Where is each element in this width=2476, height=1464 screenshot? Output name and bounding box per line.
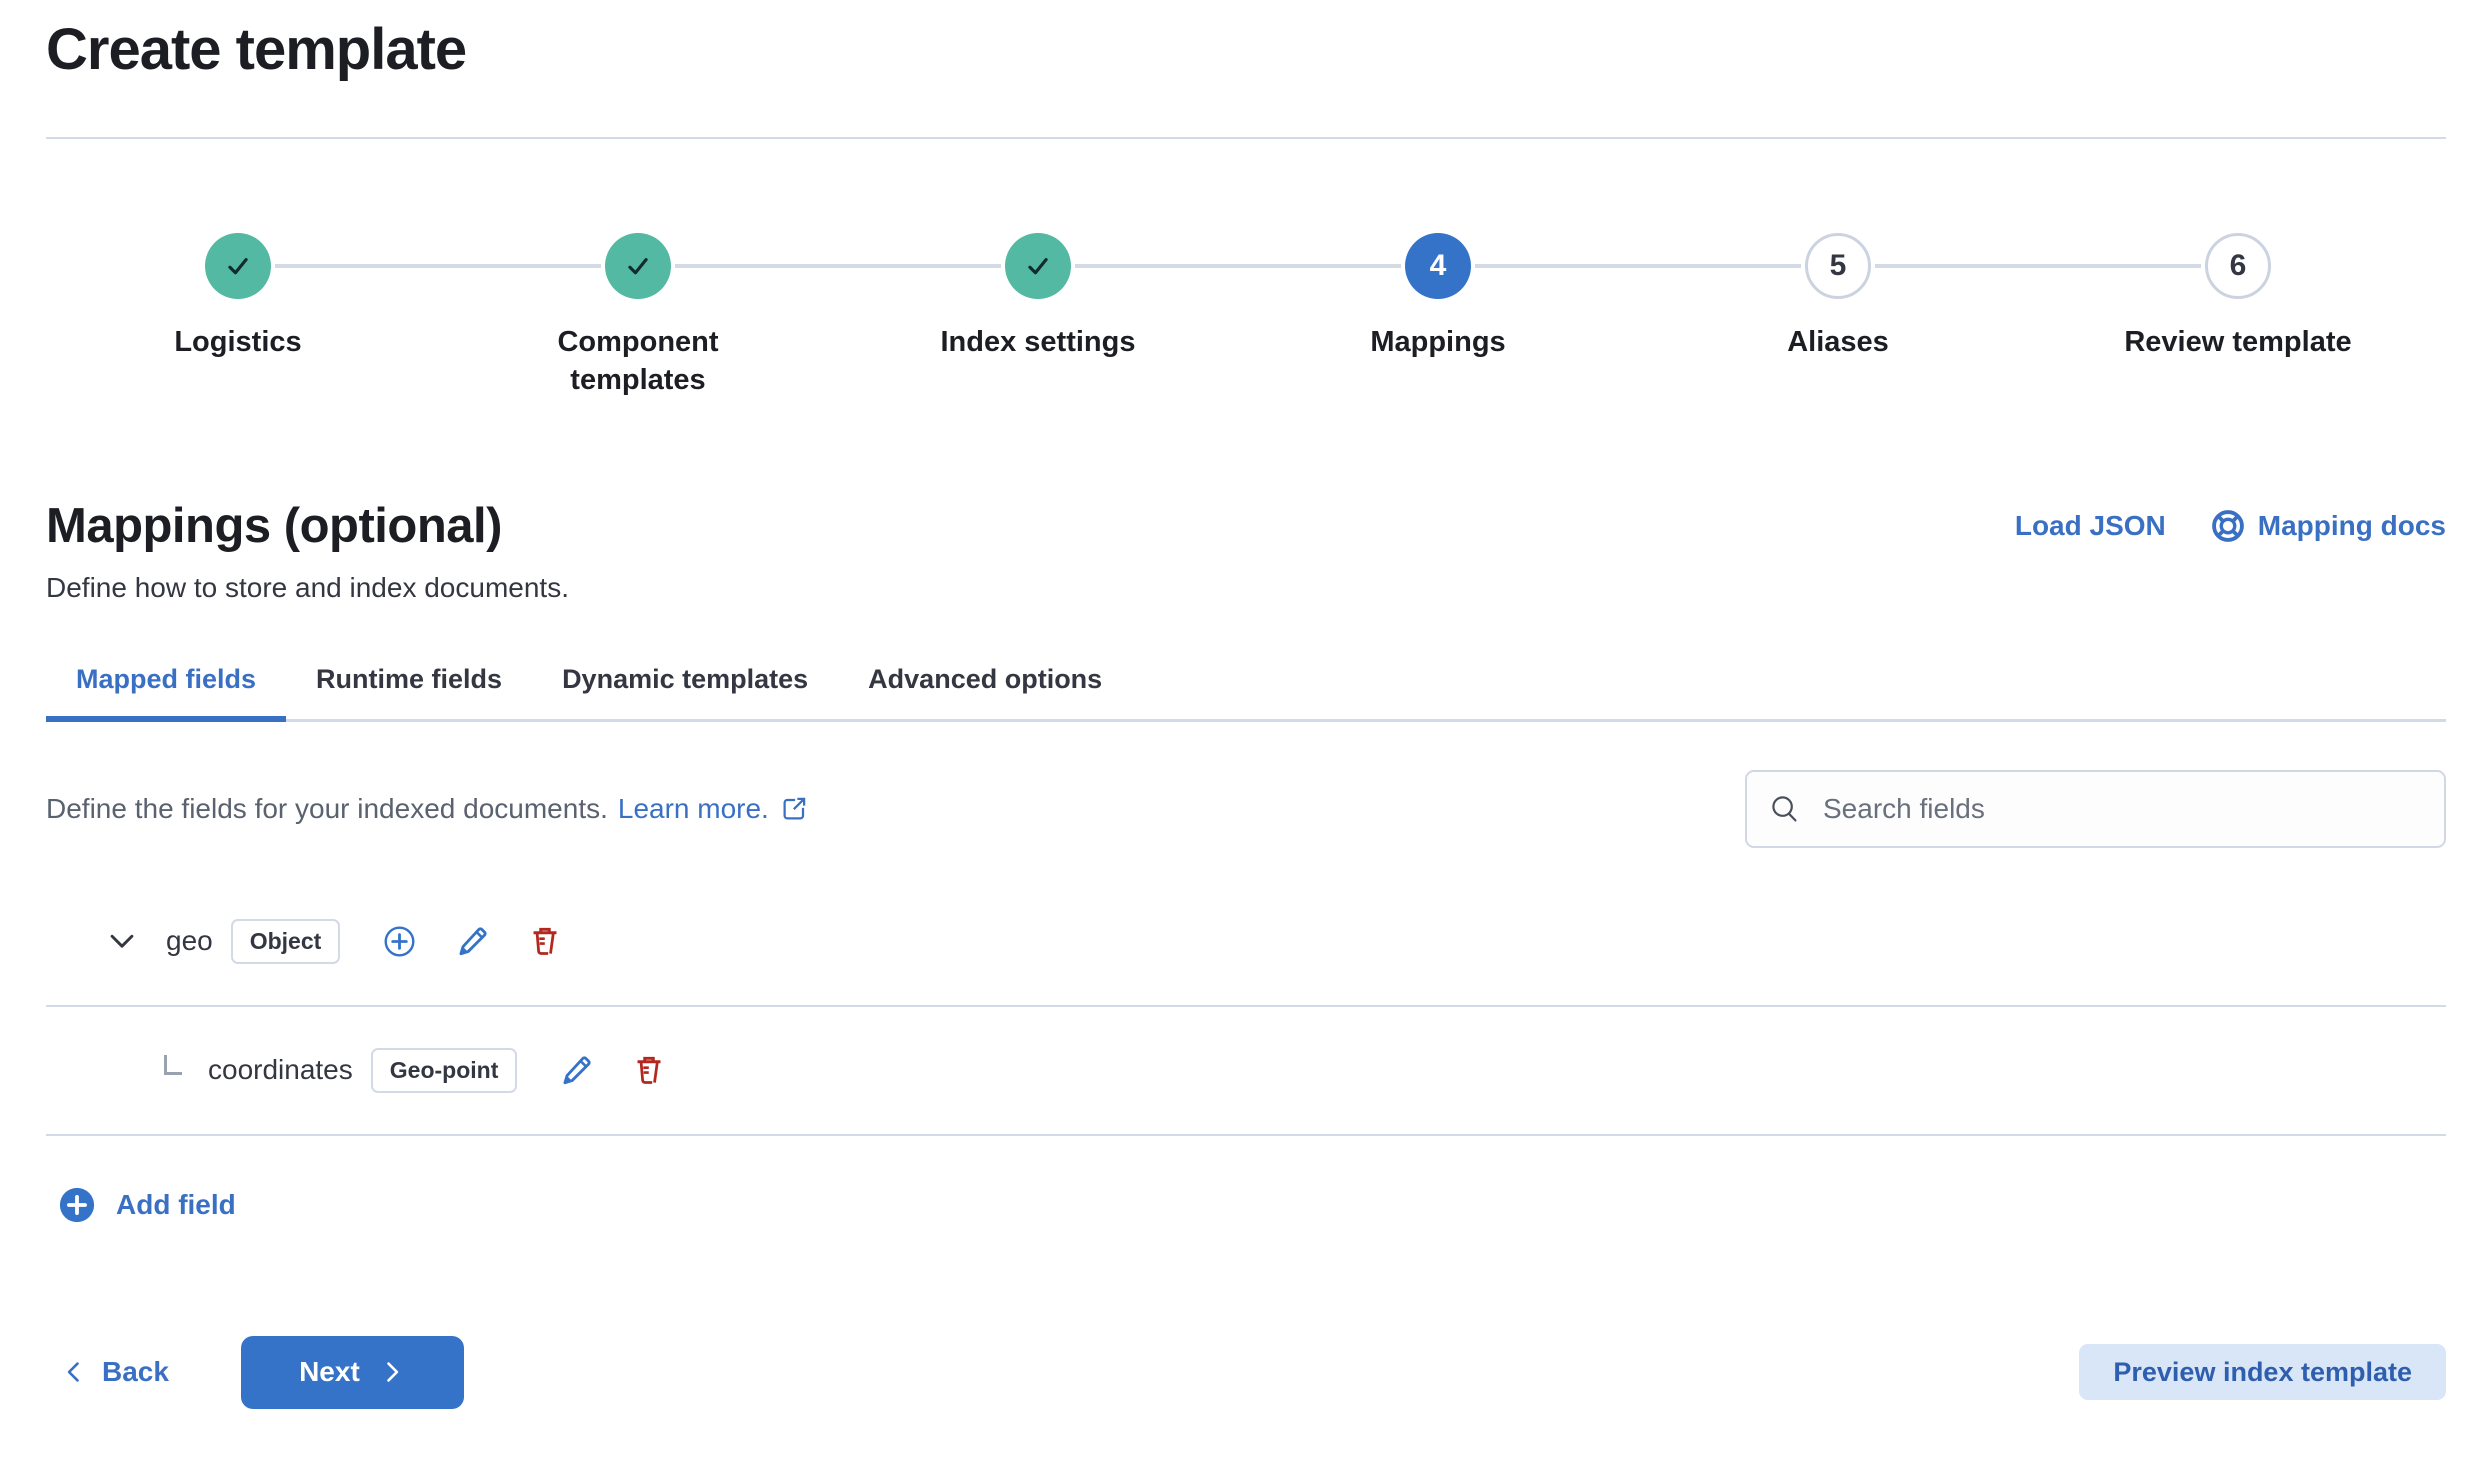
page-header: Create template: [0, 0, 2476, 83]
field-type-badge: Object: [231, 919, 341, 964]
step-aliases[interactable]: 5 Aliases: [1638, 233, 2038, 400]
mapping-docs-label: Mapping docs: [2258, 510, 2446, 542]
pencil-icon: [455, 924, 490, 959]
delete-field-button[interactable]: [632, 1053, 666, 1087]
pencil-icon: [559, 1053, 594, 1088]
plus-filled-icon: [58, 1186, 96, 1224]
step-label: Index settings: [941, 323, 1136, 361]
step-indicator: Logistics Component templates Index sett…: [38, 233, 2438, 400]
learn-more-link[interactable]: Learn more.: [618, 793, 769, 825]
step-label: Mappings: [1370, 323, 1505, 361]
check-icon: [621, 249, 655, 283]
tab-mapped-fields[interactable]: Mapped fields: [46, 648, 286, 719]
next-label: Next: [299, 1356, 360, 1388]
search-fields-input[interactable]: [1745, 770, 2446, 848]
step-incomplete-circle: 5: [1805, 233, 1871, 299]
create-template-page: Create template Logistics Component temp…: [0, 0, 2476, 1464]
step-label: Logistics: [174, 323, 301, 361]
field-name: geo: [166, 925, 213, 957]
trash-icon: [528, 924, 562, 958]
wizard-footer: Back Next Preview index template: [0, 1336, 2476, 1409]
page-title: Create template: [46, 16, 2446, 83]
mappings-section-header: Mappings (optional) Define how to store …: [0, 498, 2476, 604]
field-row-coordinates: coordinates Geo-point: [46, 1007, 2446, 1136]
edit-field-button[interactable]: [455, 924, 490, 959]
search-icon: [1769, 793, 1801, 825]
mapping-docs-link[interactable]: Mapping docs: [2210, 508, 2446, 544]
external-link-icon: [779, 794, 809, 824]
mappings-tabs: Mapped fields Runtime fields Dynamic tem…: [46, 648, 2446, 722]
mappings-title: Mappings (optional): [46, 498, 569, 554]
header-divider: [46, 137, 2446, 139]
add-field-label: Add field: [116, 1189, 236, 1221]
step-label: Review template: [2124, 323, 2351, 361]
trash-icon: [632, 1053, 666, 1087]
step-complete-circle: [605, 233, 671, 299]
next-button[interactable]: Next: [241, 1336, 464, 1409]
help-lifebuoy-icon: [2210, 508, 2246, 544]
step-logistics[interactable]: Logistics: [38, 233, 438, 400]
step-number: 5: [1830, 249, 1847, 283]
step-index-settings[interactable]: Index settings: [838, 233, 1238, 400]
step-incomplete-circle: 6: [2205, 233, 2271, 299]
step-component-templates[interactable]: Component templates: [438, 233, 838, 400]
check-icon: [221, 249, 255, 283]
step-label: Component templates: [498, 323, 778, 400]
field-name: coordinates: [208, 1054, 353, 1086]
step-complete-circle: [205, 233, 271, 299]
field-row-geo: geo Object: [46, 878, 2446, 1007]
step-mappings-current[interactable]: 4 Mappings: [1238, 233, 1638, 400]
step-label: Aliases: [1787, 323, 1889, 361]
add-child-field-button[interactable]: [382, 924, 417, 959]
check-icon: [1021, 249, 1055, 283]
tree-branch-connector: [164, 1055, 182, 1075]
chevron-left-icon: [60, 1358, 88, 1386]
delete-field-button[interactable]: [528, 924, 562, 958]
load-json-link[interactable]: Load JSON: [2015, 510, 2166, 542]
tab-dynamic-templates[interactable]: Dynamic templates: [532, 648, 838, 719]
back-label: Back: [102, 1356, 169, 1388]
tab-advanced-options[interactable]: Advanced options: [838, 648, 1132, 719]
chevron-right-icon: [378, 1358, 406, 1386]
step-number: 6: [2230, 249, 2247, 283]
step-current-circle: 4: [1405, 233, 1471, 299]
chevron-down-icon[interactable]: [104, 923, 140, 959]
tab-runtime-fields[interactable]: Runtime fields: [286, 648, 532, 719]
fields-intro-row: Define the fields for your indexed docum…: [0, 770, 2476, 848]
mapped-fields-tree: geo Object: [0, 878, 2476, 1136]
step-complete-circle: [1005, 233, 1071, 299]
step-number: 4: [1430, 249, 1447, 283]
fields-intro-text: Define the fields for your indexed docum…: [46, 793, 608, 825]
field-type-badge: Geo-point: [371, 1048, 518, 1093]
preview-index-template-button[interactable]: Preview index template: [2079, 1344, 2446, 1400]
edit-field-button[interactable]: [559, 1053, 594, 1088]
add-field-button[interactable]: Add field: [58, 1186, 236, 1224]
plus-circle-icon: [382, 924, 417, 959]
mappings-subtitle: Define how to store and index documents.: [46, 572, 569, 604]
back-button[interactable]: Back: [60, 1356, 169, 1388]
step-review-template[interactable]: 6 Review template: [2038, 233, 2438, 400]
